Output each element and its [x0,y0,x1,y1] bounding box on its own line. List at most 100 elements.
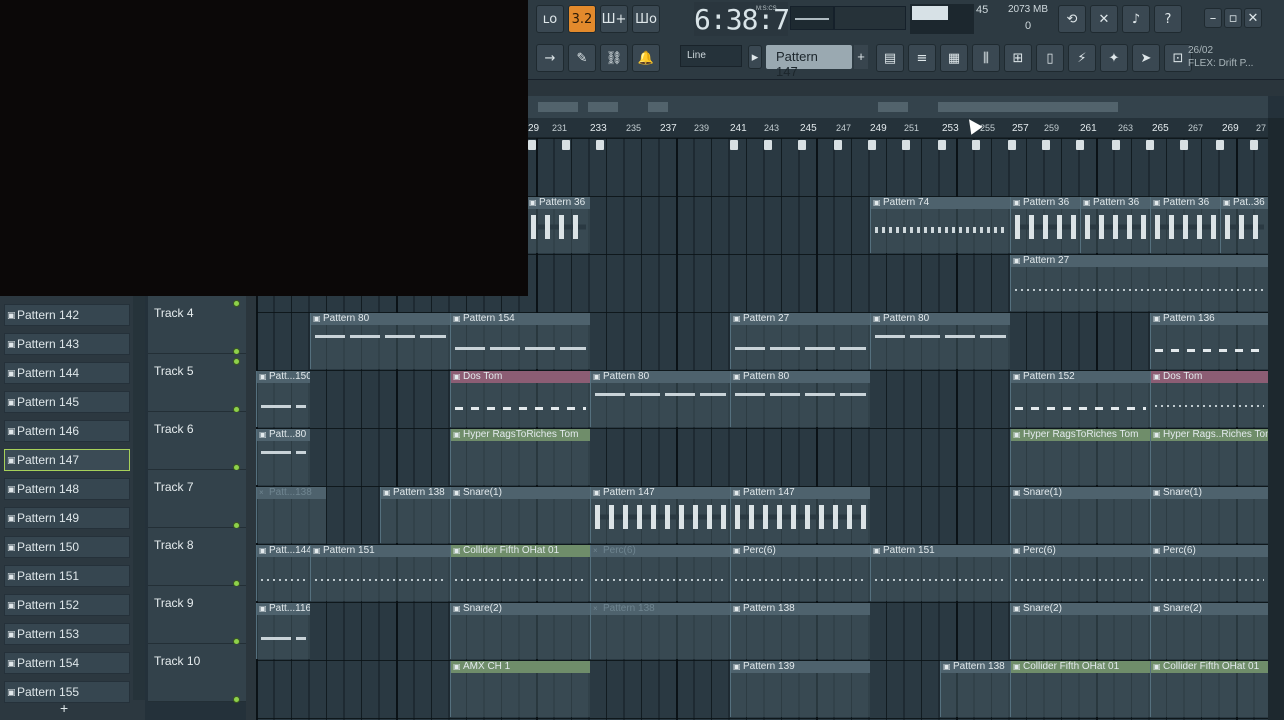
metronome-button[interactable]: 3.2 [568,5,596,33]
tempo-icon[interactable]: ✦ [1100,44,1128,72]
maximize-icon[interactable]: ▫ [1224,8,1242,28]
picker-item[interactable]: Pattern 151 [4,565,130,587]
track-header[interactable]: Track 5 [148,354,246,412]
track-mute-led[interactable] [233,358,240,365]
pattern-clip[interactable]: Pattern 36 [1080,197,1150,253]
playlist-overview[interactable] [528,96,1268,118]
automation-marker[interactable] [1008,140,1016,150]
automation-marker[interactable] [596,140,604,150]
link-tool-icon[interactable]: ⛓ [600,44,628,72]
automation-marker[interactable] [730,140,738,150]
pattern-clip[interactable]: Pattern 138 [590,603,730,659]
export-icon[interactable]: ➤ [1132,44,1160,72]
automation-marker[interactable] [1180,140,1188,150]
track-header[interactable]: Track 6 [148,412,246,470]
undo-history-icon[interactable]: ⟲ [1058,5,1086,33]
pattern-clip[interactable]: Snare(1) [450,487,590,543]
pattern-clip[interactable]: Pattern 147 [590,487,730,543]
track-header[interactable]: Track 4 [148,296,246,354]
pattern-clip[interactable]: Pattern 154 [450,313,590,369]
pattern-clip[interactable]: Pattern 80 [730,371,870,427]
close-icon[interactable]: ✕ [1244,8,1262,28]
pattern-clip[interactable]: Collider Fifth OHat 01 [450,545,590,601]
track-header[interactable]: Track 9 [148,586,246,644]
pattern-clip[interactable]: Pattern 74 [870,197,1010,253]
browser-icon[interactable]: ⊞ [1004,44,1032,72]
blend-notes-button[interactable]: Шᴏ [632,5,660,33]
automation-marker[interactable] [868,140,876,150]
pattern-clip[interactable]: Pattern 36 [1010,197,1080,253]
track-mute-led[interactable] [233,696,240,703]
step-edit-button[interactable]: Ш+ [600,5,628,33]
automation-marker[interactable] [1112,140,1120,150]
channel-rack-icon[interactable]: ▦ [940,44,968,72]
piano-roll-icon[interactable]: ≡ [908,44,936,72]
mixer-icon[interactable]: ⫼ [972,44,1000,72]
pattern-clip[interactable]: Snare(2) [450,603,590,659]
pattern-clip[interactable]: Pattern 80 [590,371,730,427]
automation-marker[interactable] [834,140,842,150]
picker-item[interactable]: Pattern 143 [4,333,130,355]
pattern-clip[interactable]: Pattern 138 [730,603,870,659]
automation-marker[interactable] [1146,140,1154,150]
pattern-clip[interactable]: Hyper RagsToRiches Tom [450,429,590,485]
picker-item[interactable]: Pattern 144 [4,362,130,384]
loop-record-button[interactable]: ʟᴏ [536,5,564,33]
automation-marker[interactable] [1042,140,1050,150]
pattern-clip[interactable]: Pattern 138 [940,661,1010,717]
pattern-clip[interactable]: Pattern 80 [870,313,1010,369]
automation-marker[interactable] [528,140,536,150]
pattern-clip[interactable]: Collider Fifth OHat 01 [1150,661,1268,717]
pattern-clip[interactable]: Pattern 80 [310,313,450,369]
picker-item[interactable]: Pattern 152 [4,594,130,616]
pattern-clip[interactable]: Pattern 36 [526,197,590,253]
pattern-clip[interactable]: Pattern 151 [870,545,1010,601]
pattern-clip[interactable]: Pattern 27 [1010,255,1268,311]
picker-item[interactable]: Pattern 146 [4,420,130,442]
picker-item[interactable]: Pattern 154 [4,652,130,674]
picker-item[interactable]: Pattern 155 [4,681,130,703]
pattern-clip[interactable]: Dos Tom [1150,371,1268,427]
pattern-clip[interactable]: Hyper Rags..Riches Tom [1150,429,1268,485]
automation-marker[interactable] [764,140,772,150]
master-pitch-slider[interactable] [790,6,834,30]
tools-icon[interactable]: ✕ [1090,5,1118,33]
help-icon[interactable]: ? [1154,5,1182,33]
pattern-clip[interactable]: Perc(6) [590,545,730,601]
pattern-clip[interactable]: Pattern 151 [310,545,450,601]
pattern-clip[interactable]: Snare(2) [1010,603,1150,659]
pattern-clip[interactable]: Patt...144 [256,545,310,601]
track-header[interactable]: Track 8 [148,528,246,586]
add-pattern-button[interactable]: + [854,45,868,69]
pattern-clip[interactable]: Perc(6) [1150,545,1268,601]
pattern-clip[interactable]: Collider Fifth OHat 01 [1010,661,1150,717]
picker-item[interactable]: Pattern 149 [4,507,130,529]
pattern-clip[interactable]: Pattern 136 [1150,313,1268,369]
automation-marker[interactable] [938,140,946,150]
pattern-clip[interactable]: Patt...116 [256,603,310,659]
pattern-clip[interactable]: Patt...150 [256,371,310,427]
automation-marker[interactable] [1216,140,1224,150]
bell-icon[interactable]: 🔔 [632,44,660,72]
picker-item[interactable]: Pattern 148 [4,478,130,500]
picker-scrollbar[interactable] [133,296,145,700]
automation-marker[interactable] [1076,140,1084,150]
picker-item[interactable]: Pattern 142 [4,304,130,326]
pattern-clip[interactable]: Snare(1) [1010,487,1150,543]
snap-select[interactable]: Line [680,45,742,67]
pattern-clip[interactable]: Pattern 36 [1150,197,1220,253]
automation-marker[interactable] [972,140,980,150]
vertical-scrollbar[interactable] [1268,118,1284,720]
plugin-icon[interactable]: ⚡ [1068,44,1096,72]
pattern-clip[interactable]: Dos Tom [450,371,590,427]
news-panel[interactable]: 26/02 FLEX: Drift P... [1188,44,1282,74]
minimize-icon[interactable]: – [1204,8,1222,28]
picker-item[interactable]: Pattern 145 [4,391,130,413]
track-header[interactable]: Track 7 [148,470,246,528]
microphone-icon[interactable]: ♪ [1122,5,1150,33]
automation-marker[interactable] [562,140,570,150]
picker-item[interactable]: Pattern 153 [4,623,130,645]
file-icon[interactable]: ▯ [1036,44,1064,72]
pattern-clip[interactable]: Perc(6) [1010,545,1150,601]
pattern-clip[interactable]: Pat..36 [1220,197,1268,253]
